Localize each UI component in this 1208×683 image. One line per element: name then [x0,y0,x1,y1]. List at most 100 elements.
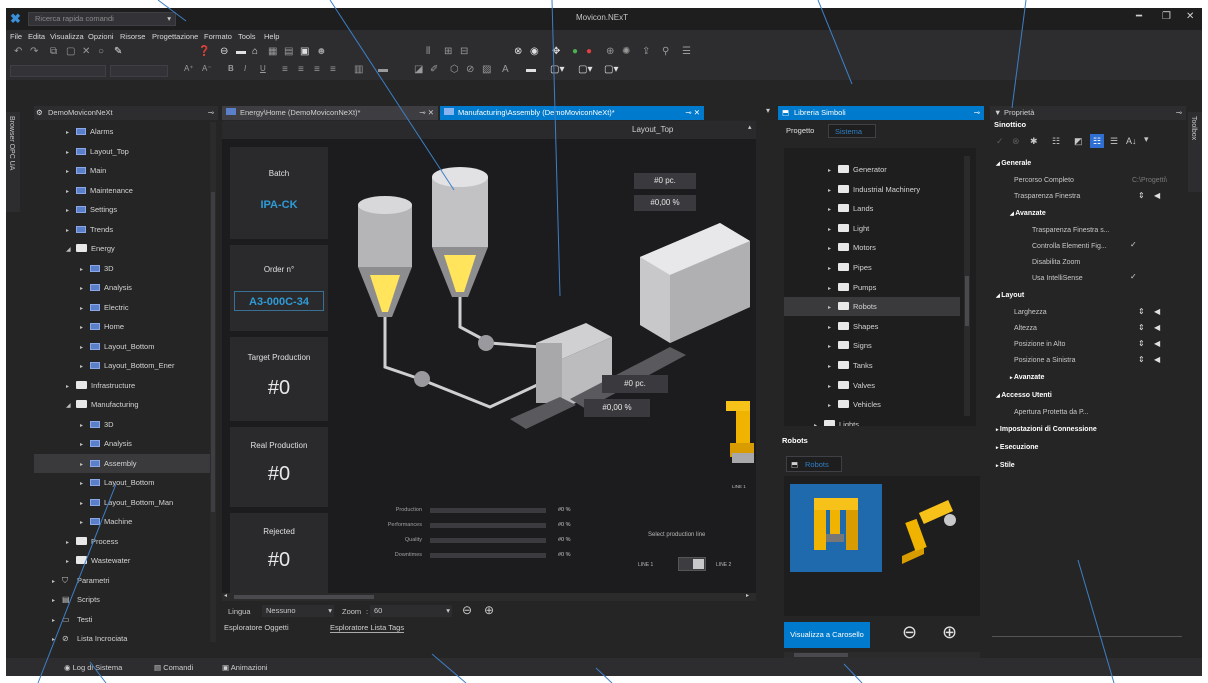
expand-arrow-icon[interactable]: ▸ [828,162,838,181]
font-shrink-icon[interactable]: A⁻ [202,64,212,73]
tree-item[interactable]: ▸ Assembly [34,453,210,475]
symbol-category[interactable]: ▸ Tanks [784,356,960,375]
tag-link-icon[interactable]: ◀ [1154,191,1160,200]
pin-icon[interactable]: ⊸ [1176,106,1182,120]
expand-arrow-icon[interactable]: ▸ [80,495,90,514]
property-section-header[interactable]: ◢ Generale [996,160,1031,167]
scroll-right-icon[interactable]: ▸ [746,592,749,599]
tag-link-icon[interactable]: ◀ [1154,339,1160,348]
tree-item[interactable]: ▸ Maintenance [34,181,210,200]
expand-arrow-icon[interactable]: ▸ [80,475,90,494]
expand-arrow-icon[interactable]: ▸ [66,183,76,202]
bold-icon[interactable]: B [228,64,234,73]
pin-icon[interactable]: ⚲ [662,46,669,57]
design-canvas[interactable]: Layout_Top ▴ Batch IPA-CK Order n° A3-00… [222,121,756,601]
tree-item[interactable]: ▸ Main [34,161,210,180]
tag-link-icon[interactable]: ◀ [1154,355,1160,364]
tree-item[interactable]: ▸ ⊘ Lista Incrociata [34,629,210,646]
menu-edita[interactable]: Edita [28,32,45,41]
tree-item[interactable]: ▸ Alarms [34,122,210,141]
symbol-category[interactable]: ▸ Lights [784,415,960,426]
expand-arrow-icon[interactable]: ▸ [828,358,838,377]
object-explorer-tab[interactable]: Esploratore Oggetti [224,623,289,632]
expand-arrow-icon[interactable]: ▸ [66,378,76,397]
switch-knob[interactable] [693,559,704,569]
expand-arrow-icon[interactable]: ▸ [828,240,838,259]
scroll-left-icon[interactable]: ◂ [224,592,227,599]
run-icon[interactable]: ● [572,46,578,57]
expand-arrow-icon[interactable]: ▸ [80,300,90,319]
apply-icon[interactable]: ✓ [996,136,1004,147]
collapse-icon[interactable]: ☷ [1052,136,1060,147]
spinner-icon[interactable]: ⇕ [1138,323,1145,332]
tag-link-icon[interactable]: ◀ [1154,323,1160,332]
tree-item[interactable]: ▸ Electric [34,298,210,317]
pin-icon[interactable]: ⊸ [974,106,980,120]
expand-arrow-icon[interactable]: ▸ [828,338,838,357]
tree-item[interactable]: ◢ Manufacturing [34,395,210,414]
expand-arrow-icon[interactable]: ▸ [66,202,76,221]
symbol-category[interactable]: ▸ Vehicles [784,395,960,414]
pin-icon[interactable]: ⊸ [208,106,214,120]
animations-tab[interactable]: ▣ Animazioni [222,660,267,676]
image-icon[interactable]: ▨ [482,64,491,75]
tree-item[interactable]: ▸ Infrastructure [34,376,210,395]
home-icon[interactable]: ⌂ [252,46,258,57]
zoom-select[interactable]: 60 ▾ [370,605,452,617]
symbol-category[interactable]: ▸ Shapes [784,317,960,336]
grid-icon[interactable]: ▦ [268,46,277,57]
expand-arrow-icon[interactable]: ▸ [80,358,90,377]
expand-arrow-icon[interactable]: ▸ [828,397,838,416]
tree-item[interactable]: ▸ Layout_Bottom_Ener [34,356,210,375]
expand-arrow-icon[interactable]: ▸ [828,221,838,240]
property-section-header[interactable]: ◢ Avanzate [1010,210,1046,217]
shape-icon[interactable]: ⬡ [450,64,459,75]
expand-arrow-icon[interactable]: ▸ [828,299,838,318]
symbol-category[interactable]: ▸ Motors [784,238,960,257]
expand-arrow-icon[interactable]: ▸ [52,592,62,611]
menu-risorse[interactable]: Risorse [120,32,145,41]
align-icon[interactable]: ⫴ [426,46,430,57]
display-icon[interactable]: ▬ [526,64,536,75]
text-tool-icon[interactable]: A [502,64,509,75]
expand-arrow-icon[interactable]: ▸ [828,319,838,338]
hscroll-thumb[interactable] [234,595,374,599]
events-icon[interactable]: ◩ [1074,136,1083,147]
symbol-category[interactable]: ▸ Pipes [784,258,960,277]
size-combo[interactable] [110,65,168,77]
globe-icon[interactable]: ✺ [622,46,630,57]
tree-scrollbar[interactable] [210,122,216,642]
zoom-out-icon[interactable]: ⊖ [462,603,472,617]
puzzle-icon[interactable]: ✥ [552,46,560,57]
expand-arrow-icon[interactable]: ▸ [80,514,90,533]
panel-icon[interactable]: ▢▾ [604,64,618,75]
symbol-category[interactable]: ▸ Light [784,219,960,238]
expand-arrow-icon[interactable]: ▸ [80,319,90,338]
categorized-icon[interactable]: ☷ [1090,134,1104,148]
wand-icon[interactable]: ✱ [1030,136,1038,147]
stop-run-icon[interactable]: ● [586,46,592,57]
tree-item[interactable]: ▸ Process [34,532,210,551]
collapse-arrow-icon[interactable]: ◢ [66,397,76,416]
redo-icon[interactable]: ↷ [30,46,38,57]
property-section-header[interactable]: ▸ Esecuzione [996,444,1038,451]
symbol-zoom-out-icon[interactable]: ⊖ [902,622,917,643]
align-right-icon[interactable]: ≡ [314,64,320,75]
tree-item[interactable]: ▸ ⛉ Parametri [34,571,210,590]
window-icon[interactable]: ▢▾ [550,64,564,75]
close-button[interactable]: ✕ [1186,11,1194,22]
menu-progettazione[interactable]: Progettazione [152,32,198,41]
expand-arrow-icon[interactable]: ▸ [80,456,90,475]
border-icon[interactable]: ▥ [354,64,363,75]
cancel-icon[interactable]: ⊗ [1012,136,1020,147]
tree-item[interactable]: ▸ Trends [34,220,210,239]
tree-item[interactable]: ▸ Layout_Bottom [34,337,210,356]
list-icon[interactable]: ☰ [682,46,691,57]
property-section-header[interactable]: ◢ Layout [996,292,1024,299]
line-selector-switch[interactable] [678,557,706,571]
system-log-tab[interactable]: ◉ Log di Sistema [64,660,122,676]
menu-visualizza[interactable]: Visualizza [50,32,84,41]
expand-arrow-icon[interactable]: ▸ [52,612,62,631]
spinner-icon[interactable]: ⇕ [1138,355,1145,364]
chevron-down-icon[interactable]: ▾ [328,605,332,617]
